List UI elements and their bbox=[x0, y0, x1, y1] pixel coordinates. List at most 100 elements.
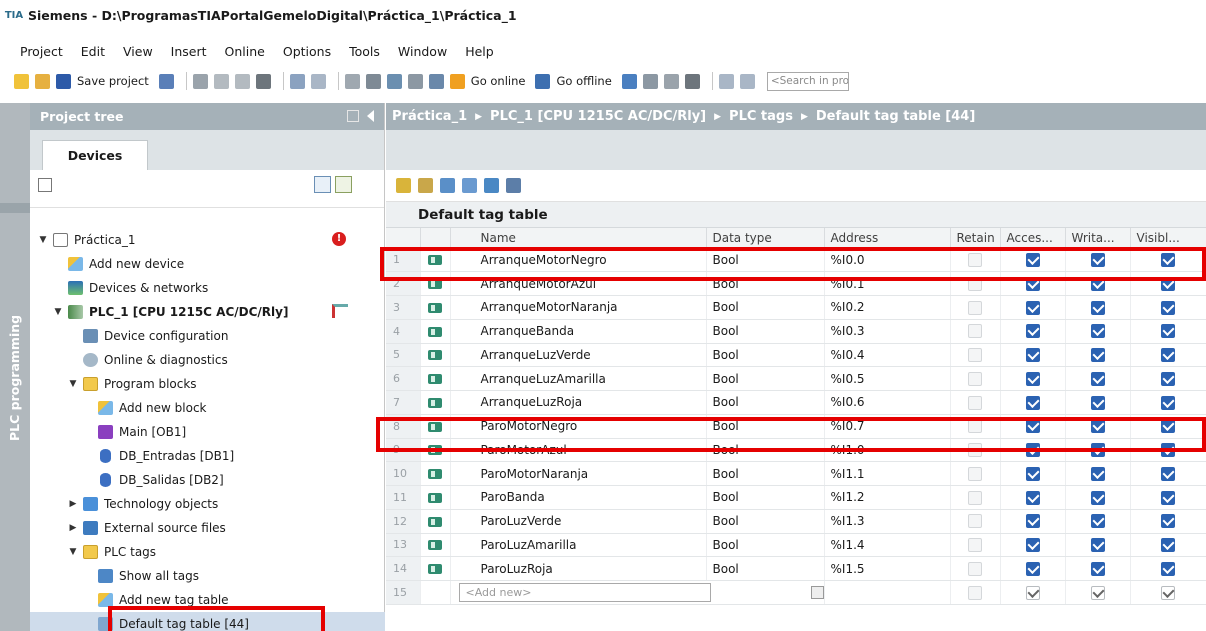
table-row[interactable]: 3 ArranqueMotorNaranja Bool %I0.2 bbox=[386, 295, 1206, 320]
address-cell[interactable]: %I0.1 bbox=[824, 271, 951, 296]
column-header-retain[interactable]: Retain bbox=[950, 228, 1001, 249]
tag-name-cell[interactable]: ArranqueMotorNegro bbox=[450, 248, 707, 273]
retain-checkbox[interactable] bbox=[968, 276, 982, 291]
go-offline-icon[interactable] bbox=[535, 73, 551, 89]
tree-item-online-diagnostics[interactable]: Online & diagnostics bbox=[30, 348, 385, 372]
tag-name-cell[interactable]: ParoBanda bbox=[450, 485, 707, 510]
breadcrumb-item[interactable]: PLC tags bbox=[729, 109, 793, 124]
address-cell[interactable]: %I0.0 bbox=[824, 248, 951, 273]
visible-cell[interactable] bbox=[1130, 556, 1206, 581]
expand-arrow-down-icon[interactable]: ▼ bbox=[38, 235, 48, 245]
accessible-cell[interactable] bbox=[1000, 414, 1066, 439]
writable-checkbox[interactable] bbox=[1090, 561, 1105, 576]
tag-name-cell[interactable]: ArranqueMotorNaranja bbox=[450, 295, 707, 320]
column-header-writable[interactable]: Writa... bbox=[1065, 228, 1131, 249]
table-row[interactable]: 12 ParoLuzVerde Bool %I1.3 bbox=[386, 509, 1206, 534]
data-type-picker-icon[interactable] bbox=[810, 585, 823, 599]
accessible-cell[interactable] bbox=[1000, 366, 1066, 391]
menu-insert[interactable]: Insert bbox=[171, 44, 207, 59]
accessible-checkbox[interactable] bbox=[1025, 490, 1040, 505]
retain-cell[interactable] bbox=[950, 556, 1001, 581]
cut-icon[interactable] bbox=[192, 73, 208, 89]
retain-checkbox[interactable] bbox=[968, 419, 982, 434]
tree-item-devices-networks[interactable]: Devices & networks bbox=[30, 276, 385, 300]
tag-name-cell[interactable]: ArranqueLuzAmarilla bbox=[450, 366, 707, 391]
tree-view-icon[interactable] bbox=[314, 176, 331, 193]
print-icon[interactable] bbox=[158, 73, 174, 89]
undo-icon[interactable] bbox=[289, 73, 305, 89]
data-type-cell[interactable]: Bool bbox=[706, 438, 825, 463]
tree-item-add-new-tag-table[interactable]: Add new tag table bbox=[30, 588, 385, 612]
data-type-cell[interactable]: Bool bbox=[706, 319, 825, 344]
retain-cell[interactable] bbox=[950, 461, 1001, 486]
export-icon[interactable] bbox=[440, 178, 455, 193]
tag-name-cell[interactable]: ArranqueLuzVerde bbox=[450, 343, 707, 368]
visible-cell[interactable] bbox=[1130, 390, 1206, 415]
retain-checkbox[interactable] bbox=[968, 490, 982, 505]
writable-cell[interactable] bbox=[1065, 390, 1131, 415]
retain-checkbox[interactable] bbox=[968, 585, 982, 600]
visible-checkbox[interactable] bbox=[1161, 348, 1175, 363]
retain-checkbox[interactable] bbox=[968, 253, 982, 268]
visible-checkbox[interactable] bbox=[1161, 538, 1175, 553]
breadcrumb-item[interactable]: PLC_1 [CPU 1215C AC/DC/Rly] bbox=[490, 109, 706, 124]
import-icon[interactable] bbox=[462, 178, 477, 193]
column-header-accessible[interactable]: Acces... bbox=[1000, 228, 1066, 249]
visible-checkbox[interactable] bbox=[1161, 490, 1175, 505]
column-header-address[interactable]: Address bbox=[824, 228, 951, 249]
breadcrumb-item[interactable]: Práctica_1 bbox=[392, 109, 467, 124]
split-vertical-icon[interactable] bbox=[739, 73, 755, 89]
tree-item-add-new-block[interactable]: Add new block bbox=[30, 396, 385, 420]
address-cell[interactable]: %I1.4 bbox=[824, 533, 951, 558]
address-cell[interactable]: %I0.7 bbox=[824, 414, 951, 439]
retain-cell[interactable] bbox=[950, 248, 1001, 273]
devices-tab[interactable]: Devices bbox=[42, 140, 148, 170]
accessible-checkbox[interactable] bbox=[1025, 371, 1040, 386]
retain-cell[interactable] bbox=[950, 295, 1001, 320]
visible-cell[interactable] bbox=[1130, 343, 1206, 368]
accessible-cell[interactable] bbox=[1000, 461, 1066, 486]
compile-icon[interactable] bbox=[365, 73, 381, 89]
tag-name-cell[interactable]: ParoMotorAzul bbox=[450, 438, 707, 463]
writable-cell[interactable] bbox=[1065, 461, 1131, 486]
address-cell[interactable]: %I0.3 bbox=[824, 319, 951, 344]
table-row[interactable]: 10 ParoMotorNaranja Bool %I1.1 bbox=[386, 461, 1206, 486]
tree-item-program-blocks[interactable]: ▼ Program blocks bbox=[30, 372, 385, 396]
split-horizontal-icon[interactable] bbox=[718, 73, 734, 89]
writable-cell[interactable] bbox=[1065, 509, 1131, 534]
data-type-cell[interactable]: Bool bbox=[706, 343, 825, 368]
expand-arrow-down-icon[interactable]: ▼ bbox=[53, 307, 63, 317]
tag-name-cell[interactable]: ParoMotorNegro bbox=[450, 414, 707, 439]
download-icon[interactable] bbox=[386, 73, 402, 89]
visible-checkbox[interactable] bbox=[1161, 253, 1175, 268]
cross-reference-icon[interactable] bbox=[642, 73, 658, 89]
simulation-icon[interactable] bbox=[428, 73, 444, 89]
tree-item-device-configuration[interactable]: Device configuration bbox=[30, 324, 385, 348]
address-cell[interactable]: %I1.0 bbox=[824, 438, 951, 463]
tag-name-cell[interactable]: ArranqueMotorAzul bbox=[450, 271, 707, 296]
menu-window[interactable]: Window bbox=[398, 44, 447, 59]
copy-icon[interactable] bbox=[213, 73, 229, 89]
retain-cell[interactable] bbox=[950, 390, 1001, 415]
accessible-cell[interactable] bbox=[1000, 485, 1066, 510]
paste-icon[interactable] bbox=[234, 73, 250, 89]
visible-checkbox[interactable] bbox=[1161, 419, 1175, 434]
retain-cell[interactable] bbox=[950, 414, 1001, 439]
split-editor-icon[interactable] bbox=[344, 73, 360, 89]
visible-checkbox[interactable] bbox=[1161, 300, 1175, 315]
writable-checkbox[interactable] bbox=[1090, 371, 1105, 386]
writable-cell[interactable] bbox=[1065, 366, 1131, 391]
retain-cell[interactable] bbox=[950, 485, 1001, 510]
address-cell[interactable]: %I0.2 bbox=[824, 295, 951, 320]
data-type-cell[interactable]: Bool bbox=[706, 366, 825, 391]
go-online-button[interactable]: Go online bbox=[471, 74, 526, 88]
writable-cell[interactable] bbox=[1065, 319, 1131, 344]
visible-checkbox[interactable] bbox=[1161, 514, 1175, 529]
data-type-cell[interactable]: Bool bbox=[706, 556, 825, 581]
menu-online[interactable]: Online bbox=[225, 44, 265, 59]
visible-checkbox[interactable] bbox=[1161, 371, 1175, 386]
writable-checkbox[interactable] bbox=[1090, 300, 1105, 315]
writable-checkbox[interactable] bbox=[1090, 348, 1105, 363]
writable-cell[interactable] bbox=[1065, 556, 1131, 581]
writable-checkbox[interactable] bbox=[1090, 276, 1105, 291]
